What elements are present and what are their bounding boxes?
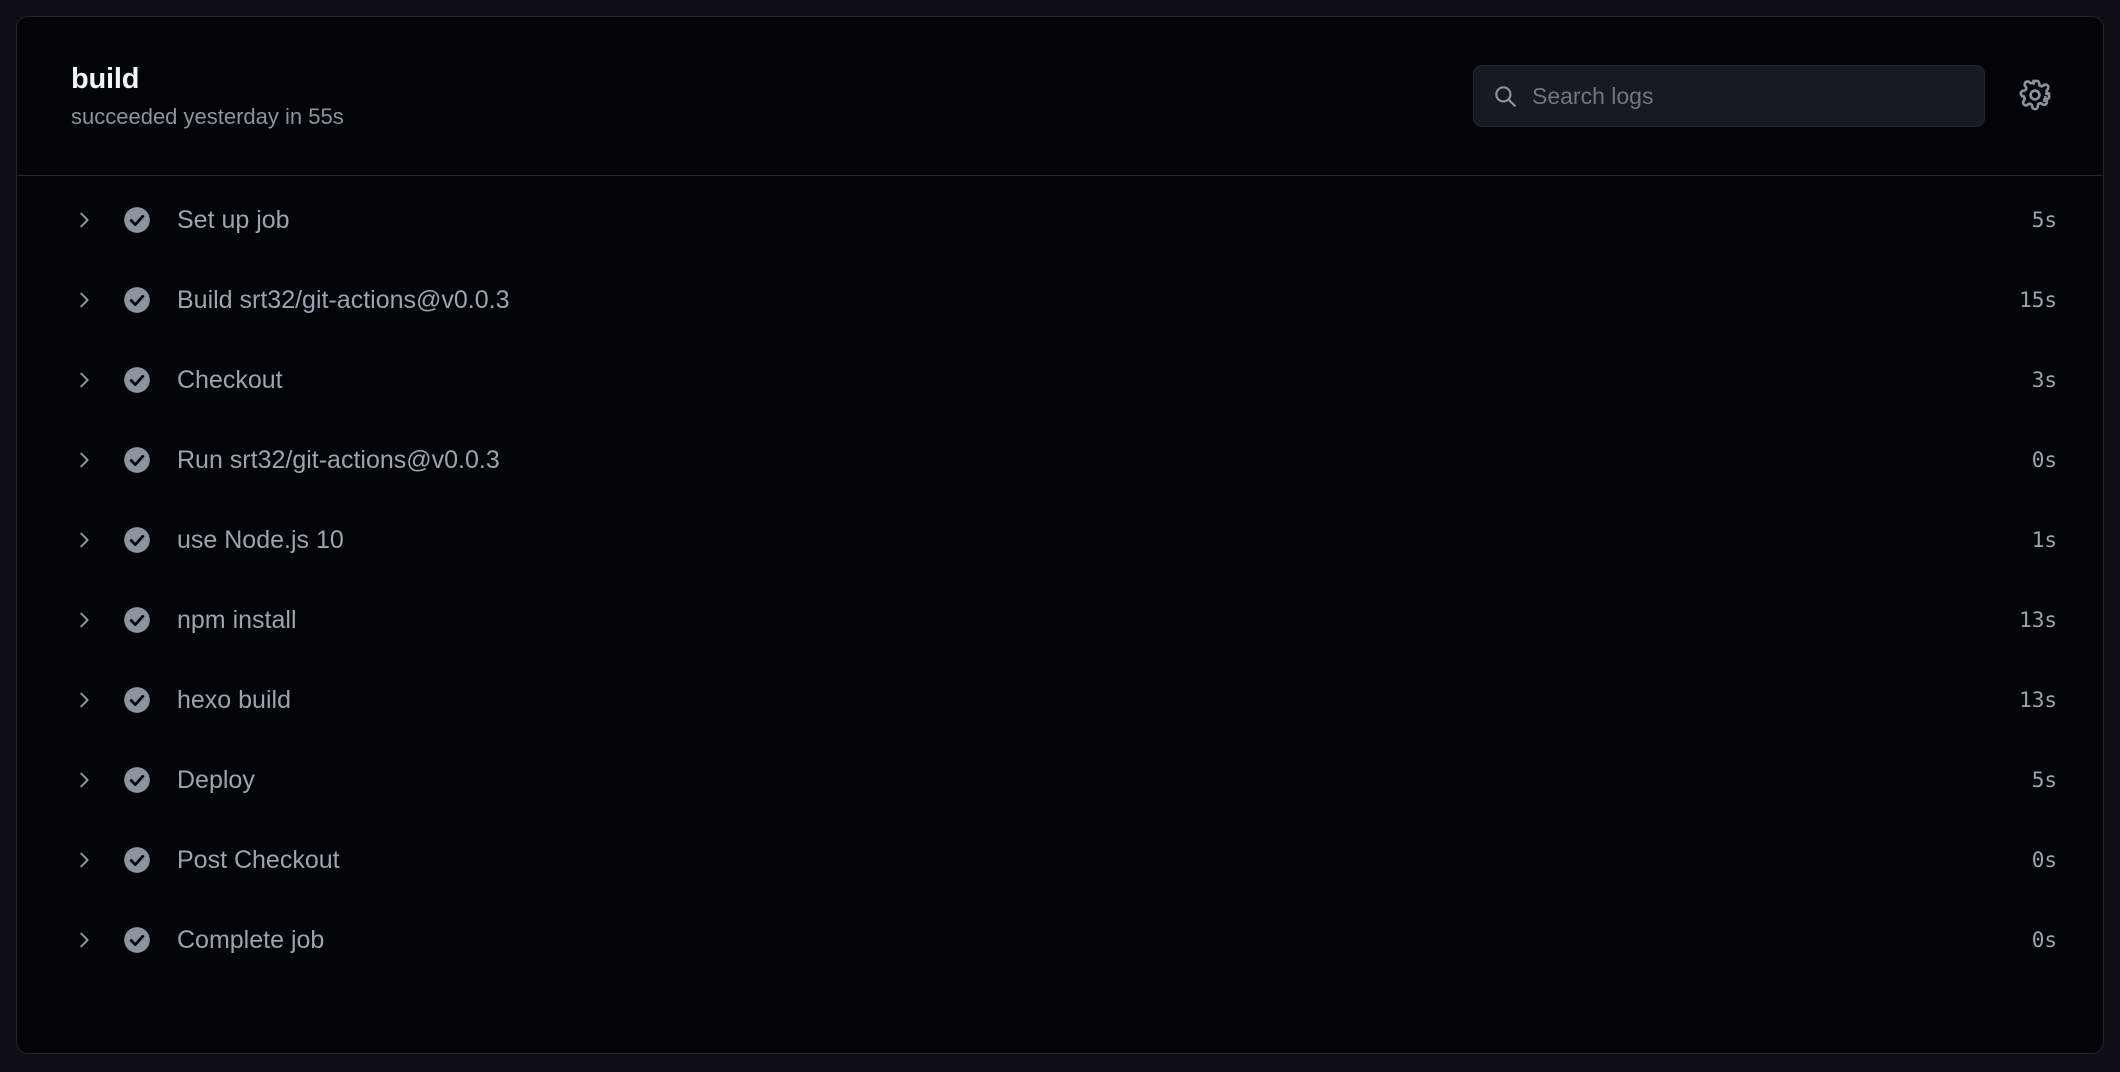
check-circle-icon <box>123 446 151 474</box>
step-duration: 13s <box>2019 608 2057 632</box>
step-row[interactable]: Build srt32/git-actions@v0.0.3 15s <box>17 260 2103 340</box>
chevron-right-icon[interactable] <box>71 289 97 311</box>
check-circle-icon <box>123 606 151 634</box>
chevron-right-icon[interactable] <box>71 849 97 871</box>
chevron-right-icon[interactable] <box>71 929 97 951</box>
check-circle-icon <box>123 286 151 314</box>
step-duration: 5s <box>2031 768 2057 792</box>
step-label: Set up job <box>177 206 290 234</box>
job-header-titles: build succeeded yesterday in 55s <box>71 63 344 129</box>
step-duration: 13s <box>2019 688 2057 712</box>
chevron-right-icon[interactable] <box>71 689 97 711</box>
step-duration: 1s <box>2031 528 2057 552</box>
step-duration: 5s <box>2031 208 2057 232</box>
step-row[interactable]: use Node.js 10 1s <box>17 500 2103 580</box>
check-circle-icon <box>123 366 151 394</box>
step-duration: 0s <box>2031 848 2057 872</box>
search-input[interactable] <box>1532 82 1966 110</box>
step-duration: 15s <box>2019 288 2057 312</box>
page-title: build <box>71 63 140 96</box>
chevron-right-icon[interactable] <box>71 769 97 791</box>
job-status-summary: succeeded yesterday in 55s <box>71 103 344 129</box>
step-label: Deploy <box>177 766 255 794</box>
step-row[interactable]: Set up job 5s <box>17 180 2103 260</box>
step-label: Checkout <box>177 366 283 394</box>
step-row[interactable]: hexo build 13s <box>17 660 2103 740</box>
step-duration: 0s <box>2031 928 2057 952</box>
check-circle-icon <box>123 926 151 954</box>
step-label: use Node.js 10 <box>177 526 344 554</box>
step-label: Run srt32/git-actions@v0.0.3 <box>177 446 500 474</box>
step-row[interactable]: Checkout 3s <box>17 340 2103 420</box>
job-steps-list: Set up job 5s Build srt32/git-actions@v0… <box>17 176 2103 980</box>
chevron-right-icon[interactable] <box>71 609 97 631</box>
job-log-card: build succeeded yesterday in 55s Search … <box>16 16 2104 1054</box>
settings-button[interactable] <box>2011 72 2059 120</box>
check-circle-icon <box>123 206 151 234</box>
check-circle-icon <box>123 846 151 874</box>
search-logs-box[interactable] <box>1473 65 1985 127</box>
step-row[interactable]: Post Checkout 0s <box>17 820 2103 900</box>
workflow-run-page: build succeeded yesterday in 55s Search … <box>0 0 2120 1072</box>
step-label: Build srt32/git-actions@v0.0.3 <box>177 286 510 314</box>
chevron-right-icon[interactable] <box>71 529 97 551</box>
check-circle-icon <box>123 766 151 794</box>
check-circle-icon <box>123 686 151 714</box>
job-header-actions <box>1473 65 2059 127</box>
step-row[interactable]: npm install 13s <box>17 580 2103 660</box>
chevron-right-icon[interactable] <box>71 449 97 471</box>
search-icon <box>1492 83 1518 109</box>
chevron-right-icon[interactable] <box>71 209 97 231</box>
step-label: hexo build <box>177 686 291 714</box>
step-row[interactable]: Deploy 5s <box>17 740 2103 820</box>
step-label: npm install <box>177 606 297 634</box>
chevron-right-icon[interactable] <box>71 369 97 391</box>
job-header: build succeeded yesterday in 55s <box>17 17 2103 176</box>
step-row[interactable]: Run srt32/git-actions@v0.0.3 0s <box>17 420 2103 500</box>
step-label: Complete job <box>177 926 325 954</box>
step-label: Post Checkout <box>177 846 340 874</box>
step-duration: 0s <box>2031 448 2057 472</box>
check-circle-icon <box>123 526 151 554</box>
gear-icon <box>2018 78 2052 115</box>
step-row[interactable]: Complete job 0s <box>17 900 2103 980</box>
step-duration: 3s <box>2031 368 2057 392</box>
